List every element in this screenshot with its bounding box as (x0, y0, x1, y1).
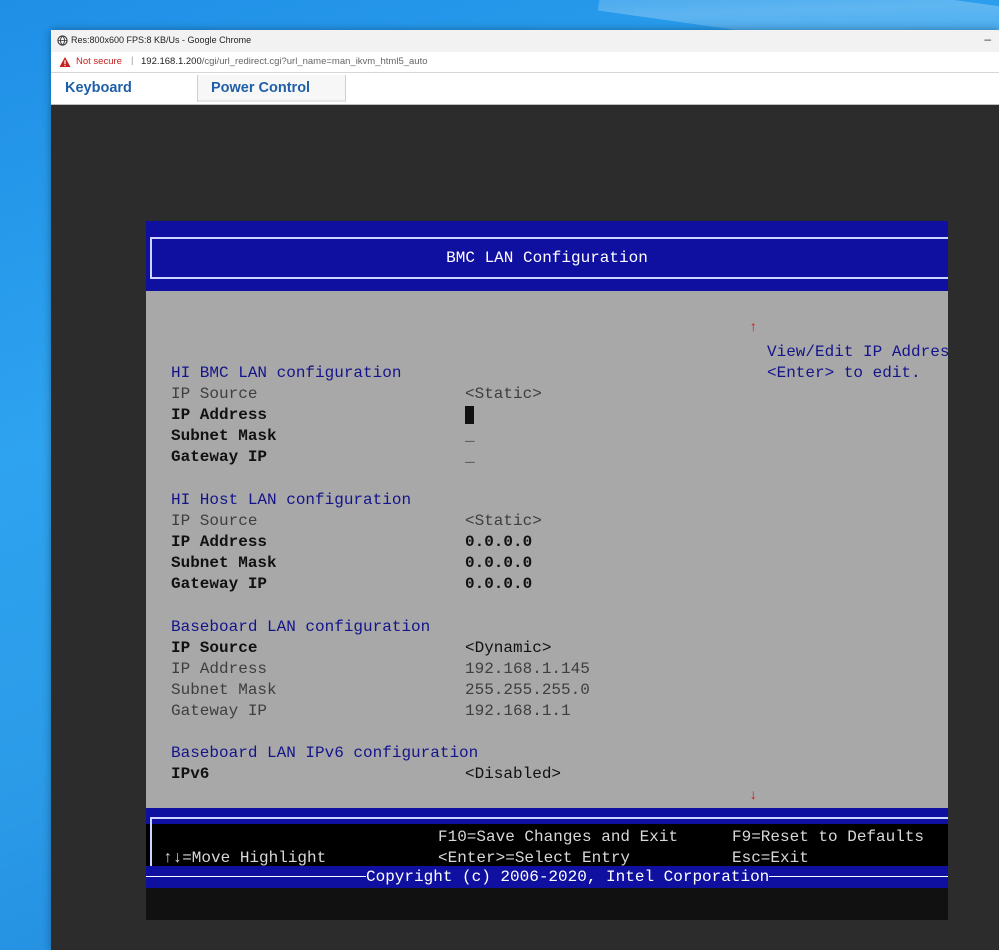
url-path: /cgi/url_redirect.cgi?url_name=man_ikvm_… (201, 56, 428, 67)
copyright-text: Copyright (c) 2006-2020, Intel Corporati… (366, 868, 770, 886)
field-label: IP Address (171, 660, 268, 678)
scroll-down-indicator: ↓ (749, 788, 758, 804)
field-value[interactable]: _ (465, 426, 475, 447)
field-label: IP Address (171, 533, 268, 551)
field-label: IP Source (171, 385, 258, 403)
field-value[interactable]: <Dynamic> (465, 638, 551, 659)
minimize-button[interactable]: – (984, 32, 991, 46)
browser-titlebar[interactable]: Res:800x600 FPS:8 KB/Us - Google Chrome … (51, 30, 999, 53)
url-host: 192.168.1.200 (141, 56, 202, 67)
field-label: Gateway IP (171, 575, 268, 593)
field-label: Subnet Mask (171, 554, 277, 572)
footer-reset-hint: F9=Reset to Defaults (732, 828, 925, 846)
url-text[interactable]: 192.168.1.200/cgi/url_redirect.cgi?url_n… (141, 56, 428, 67)
field-label: Subnet Mask (171, 427, 277, 445)
field-value[interactable]: _ (465, 447, 475, 468)
menu-power-control[interactable]: Power Control (198, 75, 346, 102)
footer-save-hint: F10=Save Changes and Exit (438, 828, 679, 846)
section-heading: Baseboard LAN IPv6 configuration (171, 744, 479, 762)
help-line-2: <Enter> to edit. (767, 364, 921, 382)
field-label: Gateway IP (171, 702, 268, 720)
field-label: IP Address (171, 406, 268, 424)
field-value[interactable]: 0.0.0.0 (465, 532, 532, 553)
security-status[interactable]: Not secure (76, 56, 122, 67)
window-title: Res:800x600 FPS:8 KB/Us - Google Chrome (71, 35, 252, 45)
field-label: Subnet Mask (171, 681, 277, 699)
footer-select-hint: <Enter>=Select Entry (438, 849, 631, 867)
footer-exit-hint: Esc=Exit (732, 849, 809, 867)
bios-title: BMC LAN Configuration (446, 249, 648, 267)
field-value: <Static> (465, 385, 542, 403)
kvm-menubar: Keyboard Power Control (51, 73, 999, 105)
field-value: <Static> (465, 512, 542, 530)
help-line-1: View/Edit IP Address (767, 343, 948, 361)
field-value: 192.168.1.145 (465, 660, 590, 678)
field-value: 192.168.1.1 (465, 702, 571, 720)
bios-console-screen[interactable]: BMC LAN Configuration ↑ View/Edit IP Add… (146, 221, 948, 888)
section-heading: Baseboard LAN configuration (171, 618, 431, 636)
menu-keyboard[interactable]: Keyboard (51, 75, 198, 102)
field-value[interactable]: 0.0.0.0 (465, 553, 532, 574)
text-cursor[interactable] (465, 406, 474, 424)
field-value[interactable]: <Disabled> (465, 764, 561, 785)
scroll-up-indicator: ↑ (749, 320, 758, 336)
copyright-rule-right (769, 876, 948, 878)
globe-icon (57, 35, 68, 46)
field-value: 255.255.255.0 (465, 681, 590, 699)
footer-move-hint: ↑↓=Move Highlight (163, 849, 327, 867)
address-bar[interactable]: Not secure | 192.168.1.200/cgi/url_redir… (51, 52, 999, 73)
field-label: IP Source (171, 639, 258, 657)
address-separator: | (131, 55, 134, 66)
copyright-rule-left (146, 876, 366, 878)
section-heading: HI Host LAN configuration (171, 491, 412, 509)
console-bottom-strip (146, 888, 948, 920)
section-heading: HI BMC LAN configuration (171, 364, 402, 382)
copyright-line: Copyright (c) 2006-2020, Intel Corporati… (146, 868, 948, 887)
field-label: IPv6 (171, 765, 210, 783)
warning-icon[interactable] (59, 56, 71, 68)
field-value[interactable]: 0.0.0.0 (465, 574, 532, 595)
field-label: IP Source (171, 512, 258, 530)
field-label: Gateway IP (171, 448, 268, 466)
